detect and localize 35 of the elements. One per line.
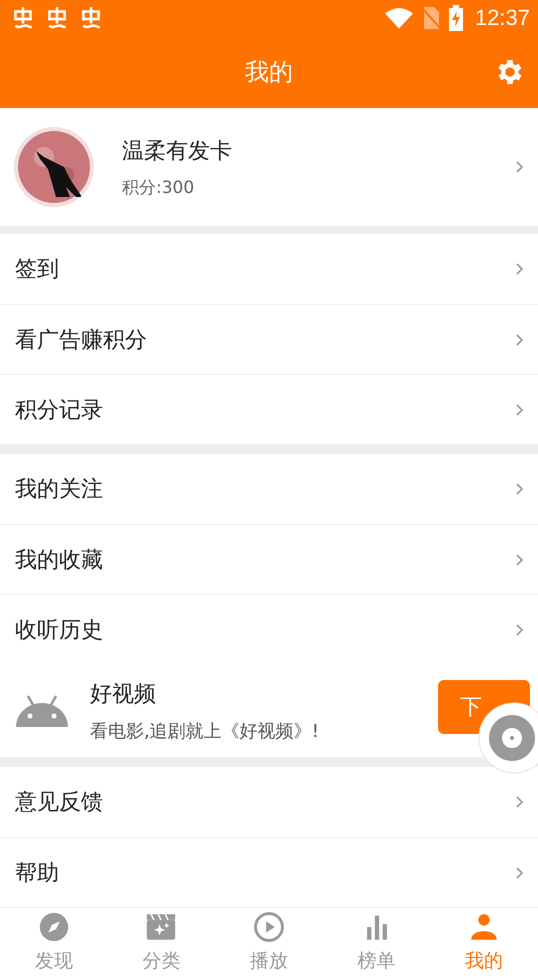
android-icon bbox=[16, 694, 68, 726]
menu-row[interactable]: 意见反馈 bbox=[0, 767, 538, 837]
menu-label: 签到 bbox=[15, 256, 60, 284]
chevron-right-icon bbox=[516, 334, 524, 346]
menu-label: 收听历史 bbox=[15, 616, 104, 644]
chevron-right-icon bbox=[516, 796, 524, 808]
menu-row[interactable]: 帮助 bbox=[0, 837, 538, 907]
menu-label: 我的收藏 bbox=[15, 546, 104, 574]
menu-row[interactable]: 我的关注 bbox=[0, 454, 538, 524]
chevron-right-icon bbox=[516, 554, 524, 566]
play-icon bbox=[252, 910, 286, 944]
chevron-right-icon bbox=[516, 161, 524, 173]
profile-card[interactable]: 温柔有发卡 积分:300 bbox=[0, 108, 538, 226]
ad-description: 看电影,追剧就上《好视频》! bbox=[90, 720, 320, 742]
menu-row[interactable]: 我的收藏 bbox=[0, 524, 538, 594]
chevron-right-icon bbox=[516, 866, 524, 878]
menu-label: 积分记录 bbox=[15, 396, 104, 424]
status-time: 12:37 bbox=[474, 5, 530, 31]
points-text: 积分:300 bbox=[122, 176, 196, 198]
chevron-right-icon bbox=[516, 263, 524, 275]
menu-label: 我的关注 bbox=[15, 476, 104, 504]
menu-row[interactable]: 收听历史 bbox=[0, 594, 538, 664]
menu-row[interactable]: 签到 bbox=[0, 234, 538, 304]
user-name: 温柔有发卡 bbox=[122, 138, 233, 166]
menu-label: 意见反馈 bbox=[15, 789, 104, 817]
menu-label: 帮助 bbox=[15, 860, 60, 888]
chevron-right-icon bbox=[516, 483, 524, 495]
menu-label: 看广告赚积分 bbox=[15, 326, 148, 354]
chevron-right-icon bbox=[516, 404, 524, 416]
battery-charging-icon bbox=[448, 5, 463, 31]
page-title: 我的 bbox=[245, 57, 293, 88]
chevron-right-icon bbox=[516, 624, 524, 636]
wifi-icon bbox=[384, 7, 413, 29]
ad-title: 好视频 bbox=[90, 680, 157, 708]
menu-row[interactable]: 看广告赚积分 bbox=[0, 304, 538, 374]
